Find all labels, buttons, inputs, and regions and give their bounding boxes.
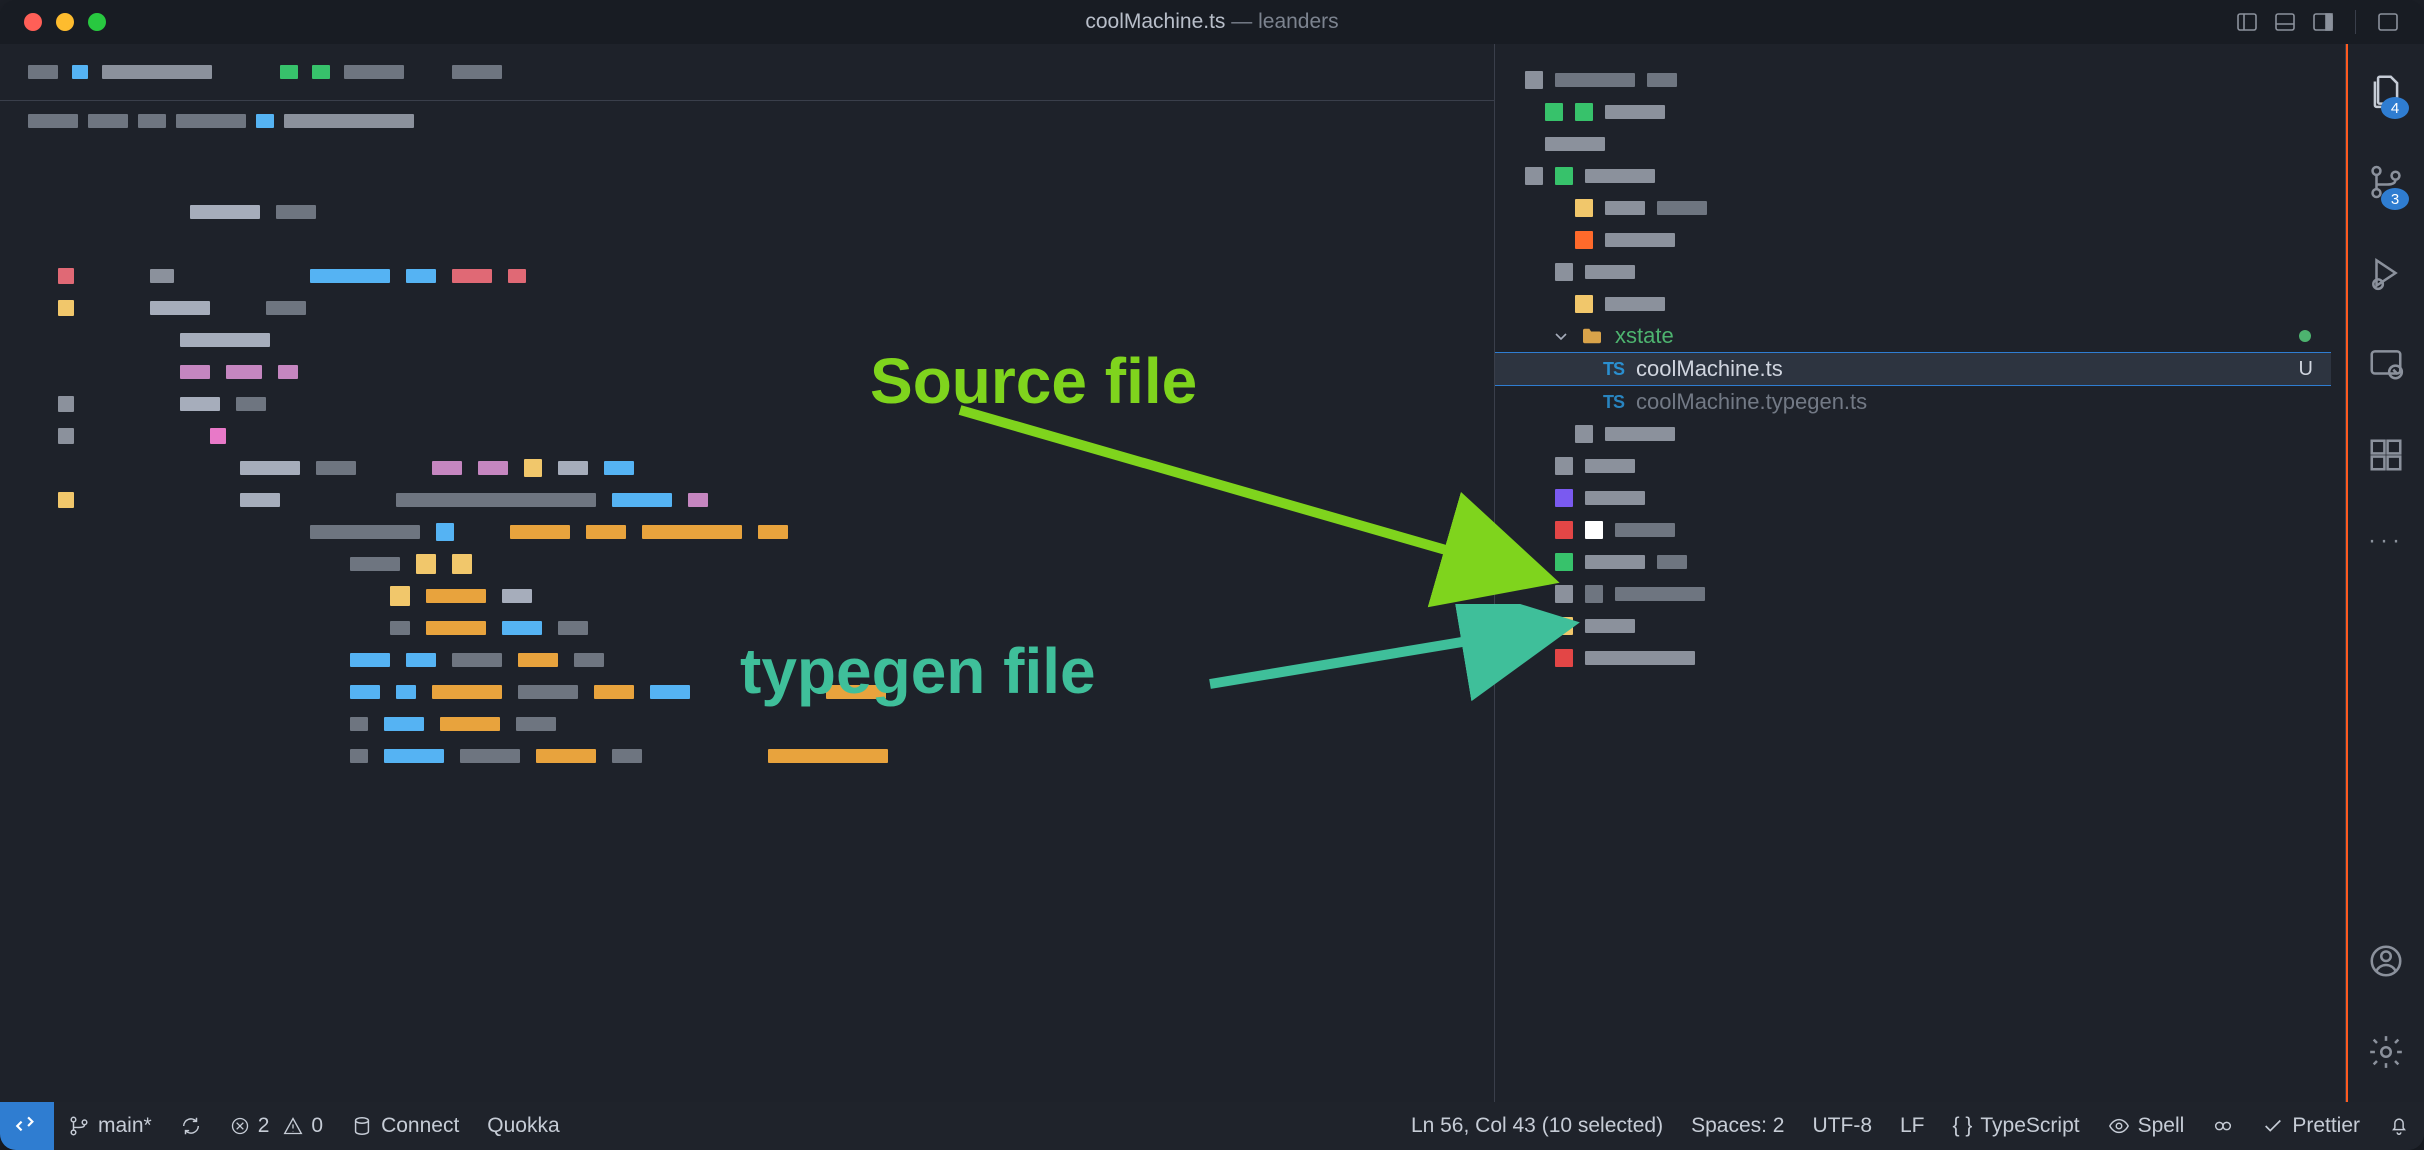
language-label: TypeScript <box>1980 1114 2079 1138</box>
extensions-icon <box>2367 436 2405 474</box>
database-icon <box>351 1115 373 1137</box>
check-icon <box>2262 1115 2284 1137</box>
more-tab[interactable]: ··· <box>2368 527 2404 555</box>
folder-icon <box>1581 327 1603 345</box>
ellipsis-icon: ··· <box>2368 527 2404 554</box>
explorer-badge: 4 <box>2381 97 2409 119</box>
minimize-icon[interactable] <box>56 13 74 31</box>
toggle-secondary-sidebar-icon[interactable] <box>2311 10 2335 34</box>
file-tree[interactable]: xstate TS coolMachine.ts U TS coolMachin… <box>1495 64 2331 1102</box>
error-count: 2 <box>258 1114 270 1138</box>
layout-controls <box>2235 10 2400 34</box>
workbench: xstate TS coolMachine.ts U TS coolMachin… <box>0 44 2424 1102</box>
activity-bar: 4 3 ··· <box>2346 44 2424 1102</box>
toggle-primary-sidebar-icon[interactable] <box>2235 10 2259 34</box>
run-debug-tab[interactable] <box>2367 254 2405 297</box>
editor-content[interactable] <box>0 144 1494 1102</box>
branch-name: main* <box>98 1114 152 1138</box>
file-coolmachine[interactable]: TS coolMachine.ts U <box>1495 352 2331 386</box>
scm-badge: 3 <box>2381 188 2409 210</box>
editor-tabs[interactable] <box>0 44 1494 101</box>
bell-icon <box>2388 1115 2410 1137</box>
spell-label: Spell <box>2138 1114 2185 1138</box>
remote-explorer-icon <box>2367 345 2405 383</box>
sync-status[interactable] <box>166 1102 216 1150</box>
eol-label: LF <box>1900 1114 1925 1138</box>
traffic-lights <box>0 13 106 31</box>
status-bar: main* 2 0 Connect Quokka Ln 56, Col 43 (… <box>0 1102 2424 1150</box>
source-control-tab[interactable]: 3 <box>2367 163 2405 206</box>
title-file: coolMachine.ts <box>1085 10 1225 33</box>
file-label: coolMachine.typegen.ts <box>1636 389 1867 415</box>
git-modified-dot-icon <box>2299 330 2311 342</box>
encoding-label: UTF-8 <box>1813 1114 1873 1138</box>
breadcrumbs[interactable] <box>0 101 1494 141</box>
remote-indicator[interactable] <box>0 1102 54 1150</box>
eye-icon <box>2108 1115 2130 1137</box>
file-coolmachine-typegen[interactable]: TS coolMachine.typegen.ts <box>1495 386 2331 418</box>
folder-label: xstate <box>1615 323 1674 349</box>
connect-label: Connect <box>381 1114 459 1138</box>
spaces-label: Spaces: 2 <box>1691 1114 1784 1138</box>
notifications-status[interactable] <box>2374 1102 2424 1150</box>
title-project: leanders <box>1258 10 1339 33</box>
spell-status[interactable]: Spell <box>2094 1102 2199 1150</box>
quokka-status[interactable]: Quokka <box>473 1102 573 1150</box>
language-status[interactable]: { } TypeScript <box>1939 1102 2094 1150</box>
gear-icon <box>2367 1033 2405 1071</box>
encoding-status[interactable]: UTF-8 <box>1799 1102 1887 1150</box>
folder-xstate[interactable]: xstate <box>1495 320 2331 352</box>
copilot-status[interactable] <box>2198 1102 2248 1150</box>
title-sep: — <box>1225 10 1258 33</box>
accounts-tab[interactable] <box>2367 942 2405 985</box>
titlebar: coolMachine.ts — leanders <box>0 0 2424 45</box>
typescript-icon: TS <box>1603 359 1624 380</box>
explorer-tab[interactable]: 4 <box>2367 72 2405 115</box>
branch-status[interactable]: main* <box>54 1102 166 1150</box>
customize-layout-icon[interactable] <box>2376 10 2400 34</box>
explorer[interactable]: xstate TS coolMachine.ts U TS coolMachin… <box>1495 44 2346 1102</box>
close-icon[interactable] <box>24 13 42 31</box>
problems-status[interactable]: 2 0 <box>216 1102 337 1150</box>
error-icon <box>230 1116 250 1136</box>
indentation-status[interactable]: Spaces: 2 <box>1677 1102 1798 1150</box>
sync-icon <box>180 1115 202 1137</box>
run-debug-icon <box>2367 254 2405 292</box>
account-icon <box>2367 942 2405 980</box>
settings-tab[interactable] <box>2367 1033 2405 1076</box>
cursor-position[interactable]: Ln 56, Col 43 (10 selected) <box>1397 1102 1677 1150</box>
chevron-down-icon <box>1553 328 1569 344</box>
maximize-icon[interactable] <box>88 13 106 31</box>
prettier-label: Prettier <box>2292 1114 2360 1138</box>
app-window: coolMachine.ts — leanders <box>0 0 2424 1150</box>
typescript-icon: TS <box>1603 392 1624 413</box>
branch-icon <box>68 1115 90 1137</box>
separator <box>2355 10 2356 34</box>
window-title: coolMachine.ts — leanders <box>1085 10 1338 34</box>
copilot-icon <box>2212 1115 2234 1137</box>
eol-status[interactable]: LF <box>1886 1102 1939 1150</box>
editor-group[interactable] <box>0 44 1495 1102</box>
remote-icon <box>14 1113 40 1139</box>
cursor-label: Ln 56, Col 43 (10 selected) <box>1411 1114 1663 1138</box>
prettier-status[interactable]: Prettier <box>2248 1102 2374 1150</box>
quokka-label: Quokka <box>487 1114 559 1138</box>
warning-icon <box>283 1116 303 1136</box>
toggle-panel-icon[interactable] <box>2273 10 2297 34</box>
git-status-badge: U <box>2299 358 2313 381</box>
extensions-tab[interactable] <box>2367 436 2405 479</box>
braces-icon: { } <box>1953 1114 1973 1138</box>
warning-count: 0 <box>311 1114 323 1138</box>
remote-explorer-tab[interactable] <box>2367 345 2405 388</box>
connect-status[interactable]: Connect <box>337 1102 473 1150</box>
file-label: coolMachine.ts <box>1636 356 1783 382</box>
